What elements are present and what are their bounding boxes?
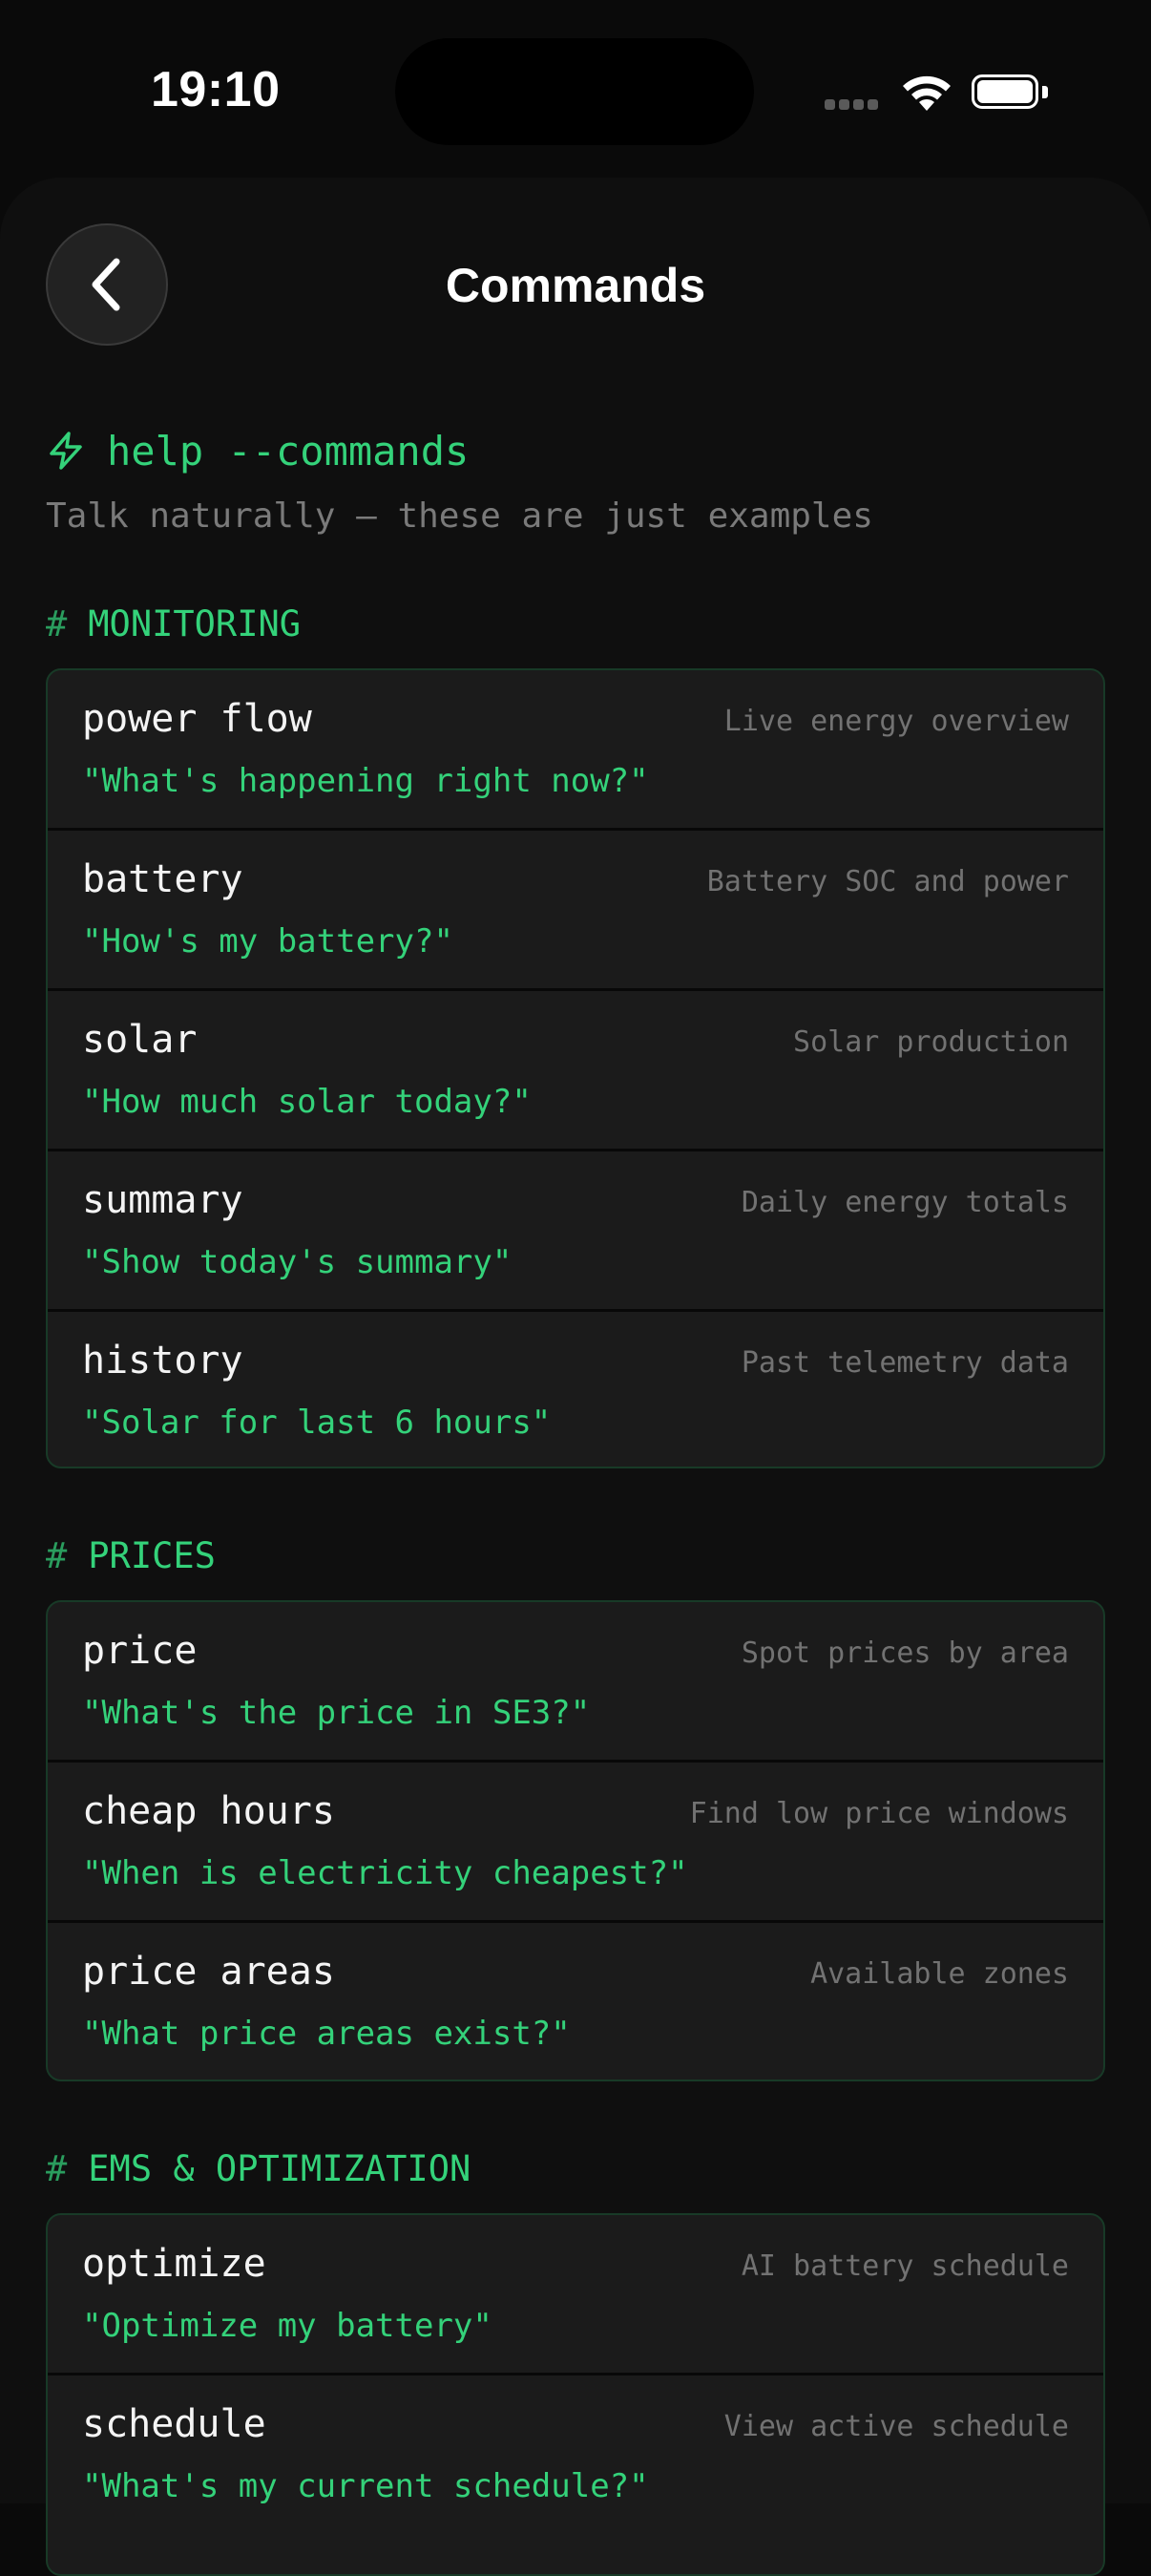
command-name: solar (82, 1018, 198, 1062)
command-row-power-flow[interactable]: power flow Live energy overview "What's … (48, 670, 1103, 831)
page-title: Commands (445, 259, 706, 312)
command-description: Daily energy totals (741, 1186, 1069, 1219)
command-row-solar[interactable]: solar Solar production "How much solar t… (48, 991, 1103, 1151)
command-example: "When is electricity cheapest?" (82, 1854, 688, 1892)
command-name: history (82, 1339, 243, 1383)
command-name: optimize (82, 2242, 266, 2286)
bolt-icon (50, 432, 82, 470)
status-time: 19:10 (151, 62, 281, 117)
command-example: "How much solar today?" (82, 1083, 532, 1121)
wifi-icon (903, 75, 951, 111)
command-description: AI battery schedule (741, 2249, 1069, 2283)
command-description: Find low price windows (689, 1797, 1069, 1830)
command-row-price-areas[interactable]: price areas Available zones "What price … (48, 1923, 1103, 2080)
cellular-signal-icon (825, 99, 880, 111)
status-bar: 19:10 (0, 0, 1151, 181)
command-example: "How's my battery?" (82, 922, 453, 961)
command-name: power flow (82, 697, 312, 741)
intro-subtitle: Talk naturally — these are just examples (46, 496, 873, 536)
section-card-monitoring: power flow Live energy overview "What's … (46, 668, 1105, 1468)
command-name: price (82, 1629, 198, 1673)
command-example: "Solar for last 6 hours" (82, 1404, 552, 1442)
command-name: cheap hours (82, 1789, 335, 1833)
command-description: Spot prices by area (741, 1636, 1069, 1670)
command-example: "Show today's summary" (82, 1243, 513, 1281)
command-row-battery[interactable]: battery Battery SOC and power "How's my … (48, 831, 1103, 991)
section-header-monitoring: # MONITORING (46, 603, 302, 644)
command-example: "Optimize my battery" (82, 2307, 492, 2345)
command-description: Available zones (810, 1957, 1069, 1991)
command-description: Battery SOC and power (706, 865, 1069, 898)
command-row-schedule[interactable]: schedule View active schedule "What's my… (48, 2375, 1103, 2536)
command-description: Solar production (793, 1025, 1069, 1059)
command-row-cheap-hours[interactable]: cheap hours Find low price windows "When… (48, 1763, 1103, 1923)
command-example: "What's my current schedule?" (82, 2467, 649, 2505)
command-name: schedule (82, 2402, 266, 2446)
dynamic-island (395, 38, 754, 145)
command-description: Past telemetry data (741, 1346, 1069, 1380)
command-name: summary (82, 1178, 243, 1222)
command-example: "What price areas exist?" (82, 2015, 571, 2053)
command-description: View active schedule (723, 2410, 1069, 2443)
section-header-ems-optimization: # EMS & OPTIMIZATION (46, 2148, 471, 2189)
section-header-prices: # PRICES (46, 1535, 216, 1576)
battery-icon (972, 74, 1050, 111)
command-description: Live energy overview (723, 705, 1069, 738)
command-example: "What's happening right now?" (82, 762, 649, 800)
section-card-prices: price Spot prices by area "What's the pr… (46, 1600, 1105, 2081)
command-name: price areas (82, 1950, 335, 1994)
command-example: "What's the price in SE3?" (82, 1694, 591, 1732)
command-row-optimize[interactable]: optimize AI battery schedule "Optimize m… (48, 2215, 1103, 2375)
section-card-ems-optimization: optimize AI battery schedule "Optimize m… (46, 2213, 1105, 2576)
help-command-line: help --commands (46, 422, 469, 479)
command-row-summary[interactable]: summary Daily energy totals "Show today'… (48, 1151, 1103, 1312)
command-row-history[interactable]: history Past telemetry data "Solar for l… (48, 1312, 1103, 1467)
command-row-price[interactable]: price Spot prices by area "What's the pr… (48, 1602, 1103, 1763)
help-command: help --commands (107, 427, 470, 475)
commands-sheet: Commands help --commands Talk naturally … (0, 178, 1151, 2576)
command-name: battery (82, 857, 243, 901)
